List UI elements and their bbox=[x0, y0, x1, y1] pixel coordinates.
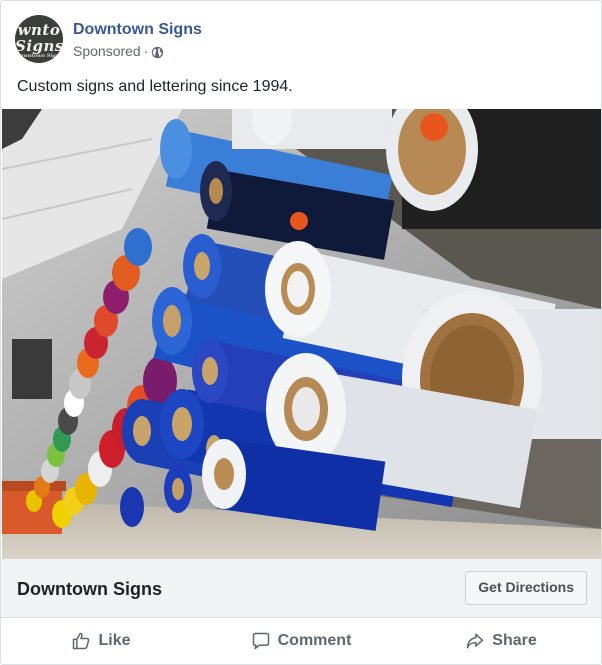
sponsored-post-card: wnto Signs Downtown Signs Downtown Signs… bbox=[0, 0, 602, 665]
post-body-text: Custom signs and lettering since 1994. bbox=[17, 78, 293, 95]
like-thumb-icon bbox=[73, 632, 90, 650]
globe-icon[interactable] bbox=[151, 45, 164, 58]
like-button[interactable]: Like bbox=[1, 618, 201, 664]
share-label: Share bbox=[492, 632, 537, 649]
vinyl-rolls-illustration bbox=[2, 109, 601, 559]
cta-page-title[interactable]: Downtown Signs bbox=[17, 579, 162, 600]
like-label: Like bbox=[98, 632, 131, 649]
call-to-action-bar: Downtown Signs Get Directions bbox=[1, 559, 601, 618]
comment-bubble-icon bbox=[252, 632, 269, 650]
avatar-logo-text-3: Downtown Signs bbox=[15, 53, 63, 59]
post-header: wnto Signs Downtown Signs Downtown Signs… bbox=[15, 15, 202, 65]
share-arrow-icon bbox=[467, 633, 484, 649]
page-name-link[interactable]: Downtown Signs bbox=[73, 20, 202, 40]
avatar-logo-text-1: wnto bbox=[17, 21, 61, 39]
post-photo-vinyl-rolls[interactable] bbox=[2, 109, 601, 559]
sponsored-label[interactable]: Sponsored bbox=[73, 42, 141, 60]
separator-dot: · bbox=[143, 43, 149, 59]
avatar-logo-text-2: Signs bbox=[15, 37, 63, 55]
page-avatar[interactable]: wnto Signs Downtown Signs bbox=[15, 15, 63, 63]
comment-label: Comment bbox=[277, 632, 352, 649]
post-meta: Downtown Signs Sponsored · bbox=[73, 15, 202, 60]
post-actions-bar: Like Comment Share bbox=[1, 618, 601, 664]
get-directions-button[interactable]: Get Directions bbox=[465, 571, 587, 605]
comment-button[interactable]: Comment bbox=[201, 618, 401, 664]
post-subline: Sponsored · bbox=[73, 42, 202, 60]
share-button[interactable]: Share bbox=[401, 618, 601, 664]
